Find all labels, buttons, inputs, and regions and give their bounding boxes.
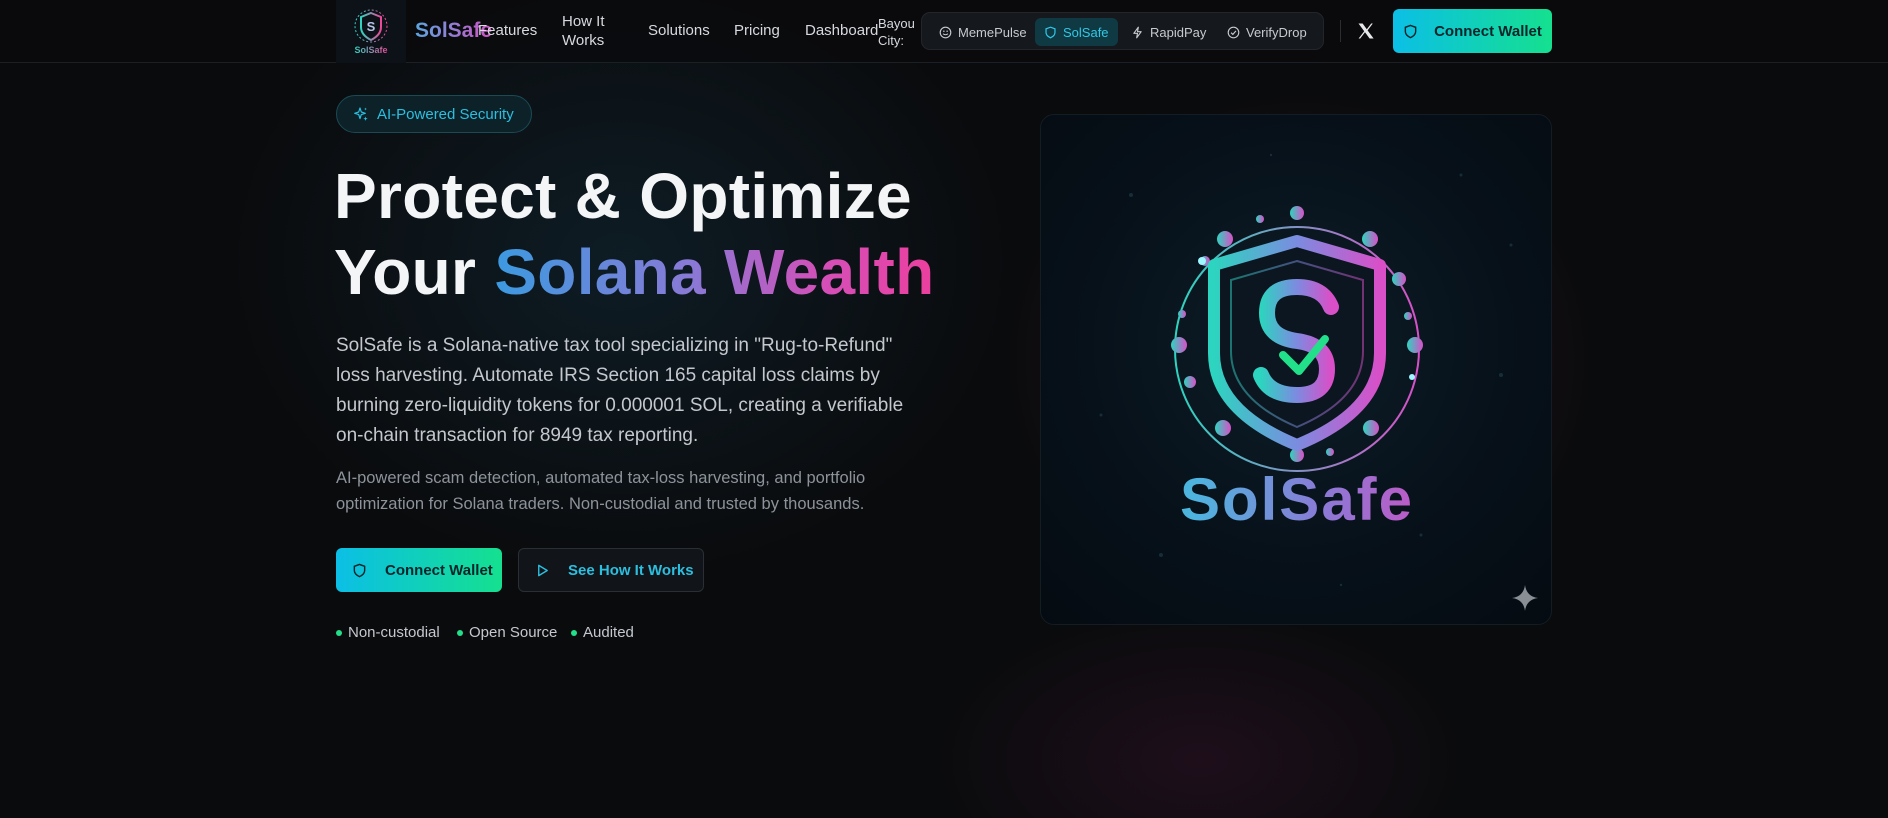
trust-label: Non-custodial: [348, 624, 440, 641]
badge-label: AI-Powered Security: [377, 105, 514, 123]
sparkle-icon: [1512, 585, 1538, 611]
top-nav: S SolSafe SolSafe Features How It Works …: [0, 0, 1888, 63]
shield-icon: [353, 563, 366, 577]
connect-wallet-button[interactable]: Connect Wallet: [336, 548, 502, 592]
nav-divider: [1340, 20, 1341, 42]
play-icon: [538, 564, 548, 576]
city-item-solsafe[interactable]: SolSafe: [1035, 18, 1118, 46]
shield-icon: [1404, 24, 1417, 38]
connect-wallet-label: Connect Wallet: [1434, 22, 1542, 40]
city-item-verifydrop[interactable]: VerifyDrop: [1218, 18, 1316, 46]
trust-item-open-source: Open Source: [457, 624, 557, 641]
city-item-label: VerifyDrop: [1246, 24, 1307, 40]
sparkles-icon: [354, 107, 368, 121]
city-item-label: SolSafe: [1063, 24, 1109, 40]
shield-icon: [1045, 26, 1056, 38]
trust-item-audited: Audited: [571, 624, 634, 641]
city-item-label: MemePulse: [958, 24, 1027, 40]
bolt-icon: [1133, 26, 1142, 38]
check-circle-icon: [1227, 26, 1240, 38]
hero-description: SolSafe is a Solana-native tax tool spec…: [336, 335, 904, 446]
hero-subtext: AI-powered scam detection, automated tax…: [336, 469, 866, 513]
hero-wordmark: SolSafe: [1041, 465, 1551, 534]
see-how-it-works-button[interactable]: See How It Works: [518, 548, 704, 592]
city-item-rapidpay[interactable]: RapidPay: [1122, 18, 1215, 46]
city-item-label: RapidPay: [1150, 24, 1207, 40]
trust-item-non-custodial: Non-custodial: [336, 624, 440, 641]
trust-label: Audited: [583, 624, 634, 641]
trust-label: Open Source: [469, 624, 558, 641]
status-dot: [336, 629, 342, 636]
logo[interactable]: S SolSafe: [336, 0, 406, 63]
smile-icon: [939, 26, 952, 38]
nav-link-how-it-works[interactable]: How It Works: [562, 12, 624, 50]
city-item-memepulse[interactable]: MemePulse: [930, 18, 1036, 46]
ai-security-badge: AI-Powered Security: [336, 95, 532, 133]
headline-line-1: Protect & Optimize: [334, 160, 912, 232]
shield-logo-icon: S: [354, 9, 388, 43]
headline-line-2-gradient: Solana Wealth: [494, 236, 935, 308]
hero-headline: Protect & Optimize Your Solana Wealth: [334, 158, 934, 310]
nav-link-dashboard[interactable]: Dashboard: [805, 22, 878, 39]
connect-wallet-label: Connect Wallet: [385, 561, 493, 579]
logo-wordmark: SolSafe: [354, 45, 388, 55]
hero-logo-image: SolSafe: [1040, 114, 1552, 625]
background-glow: [0, 0, 1888, 818]
nav-link-features[interactable]: Features: [478, 22, 537, 39]
see-how-it-works-label: See How It Works: [568, 561, 694, 579]
status-dot: [571, 629, 577, 636]
shield-emblem-icon: [1099, 153, 1513, 587]
city-switcher: MemePulse SolSafe RapidPay VerifyDrop: [921, 12, 1324, 50]
x-twitter-icon[interactable]: [1356, 21, 1376, 41]
headline-line-2-plain: Your: [334, 236, 495, 308]
nav-link-solutions[interactable]: Solutions: [648, 22, 710, 39]
nav-link-pricing[interactable]: Pricing: [734, 22, 780, 39]
svg-text:S: S: [367, 19, 376, 34]
connect-wallet-nav-button[interactable]: Connect Wallet: [1393, 9, 1552, 53]
status-dot: [457, 629, 463, 636]
city-label: Bayou City:: [878, 16, 915, 48]
